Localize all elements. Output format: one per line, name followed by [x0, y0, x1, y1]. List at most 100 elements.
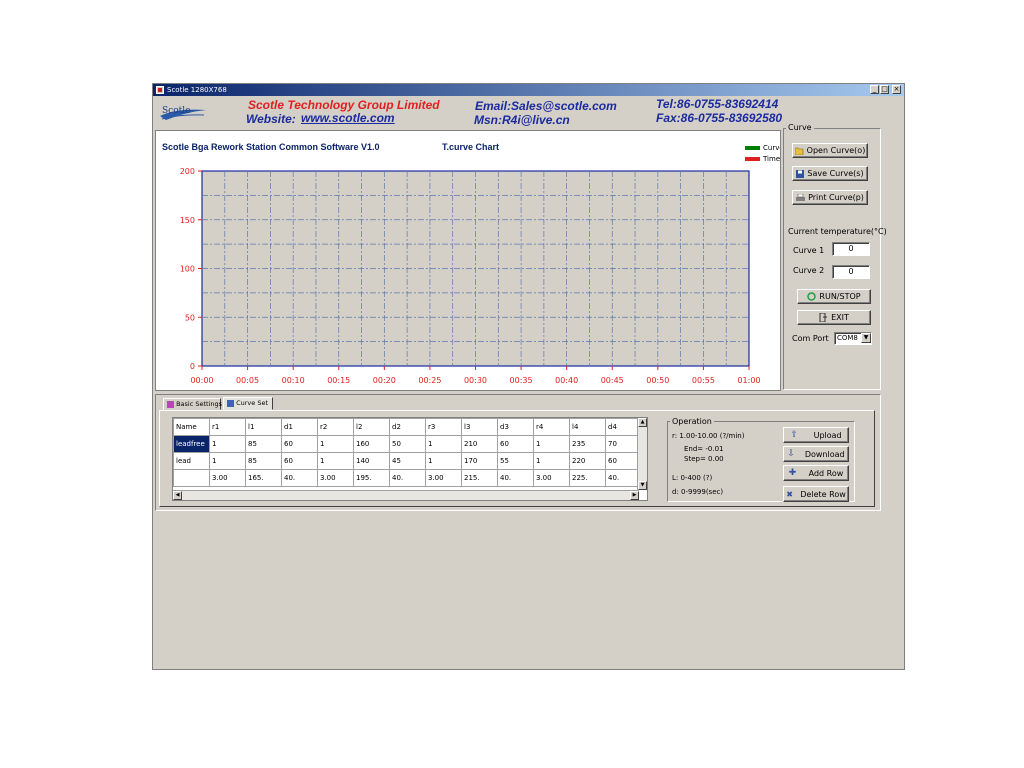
current-temp-label: Current temperature(°C)	[788, 227, 887, 236]
run-stop-button[interactable]: RUN/STOP	[797, 289, 871, 304]
up-arrow-icon: ⇧	[790, 430, 798, 440]
website-link[interactable]: www.scotle.com	[301, 111, 395, 125]
table-cell[interactable]: 60	[281, 452, 318, 470]
open-curve-button[interactable]: Open Curve(o)	[792, 143, 868, 158]
x-tick-label: 00:10	[282, 376, 305, 385]
column-header: l3	[461, 418, 498, 436]
x-tick-label: 00:30	[464, 376, 487, 385]
table-cell[interactable]: 1	[317, 435, 354, 453]
chart-panel: Scotle Bga Rework Station Common Softwar…	[155, 130, 781, 391]
table-cell[interactable]: 165.	[245, 469, 282, 487]
table-cell[interactable]: 1	[425, 452, 462, 470]
table-cell[interactable]: 40.	[497, 469, 534, 487]
table-cell[interactable]: 140	[353, 452, 390, 470]
upload-button[interactable]: ⇧ Upload	[783, 427, 849, 443]
curve1-temp-field[interactable]: 0	[832, 242, 870, 256]
website-label: Website:	[246, 112, 296, 126]
r-range-text: r: 1.00-10.00 (?/min)	[672, 432, 745, 440]
table-row[interactable]: 3.00 165. 40. 3.00 195. 40. 3.00 215. 40. 3.00 225…	[173, 469, 642, 487]
table-cell[interactable]: 40.	[281, 469, 318, 487]
table-cell[interactable]: leadfree	[173, 435, 210, 453]
recycle-icon	[807, 292, 817, 301]
main-window: Scotle 1280X768 _ □ × Scotle Scotle Tech…	[152, 83, 905, 670]
table-cell[interactable]: 1	[533, 435, 570, 453]
exit-button[interactable]: EXIT	[797, 310, 871, 325]
close-button[interactable]: ×	[892, 85, 901, 94]
x-tick-label: 00:00	[190, 376, 213, 385]
table-cell[interactable]: 195.	[353, 469, 390, 487]
tab-curve-set[interactable]: Curve Set	[223, 397, 273, 410]
maximize-button[interactable]: □	[880, 85, 889, 94]
scroll-up-icon[interactable]: ▲	[638, 418, 647, 427]
column-header: l4	[569, 418, 606, 436]
table-cell[interactable]: 3.00	[425, 469, 462, 487]
table-cell[interactable]: 55	[497, 452, 534, 470]
table-cell[interactable]: 3.00	[533, 469, 570, 487]
table-horizontal-scrollbar[interactable]: ◀ ▶	[173, 490, 639, 500]
down-arrow-icon: ⇩	[787, 449, 795, 459]
table-cell[interactable]: 225.	[569, 469, 606, 487]
table-cell[interactable]: 40.	[389, 469, 426, 487]
table-cell[interactable]: 45	[389, 452, 426, 470]
download-button[interactable]: ⇩ Download	[783, 446, 849, 462]
table-cell[interactable]: 3.00	[209, 469, 246, 487]
table-cell[interactable]: 210	[461, 435, 498, 453]
table-header-row[interactable]: Name r1 l1 d1 r2 l2 d2 r3 l3 d3 r4 l4 d4	[173, 418, 642, 436]
scroll-right-icon[interactable]: ▶	[630, 491, 639, 500]
exit-door-icon	[819, 313, 828, 322]
column-header: d2	[389, 418, 426, 436]
dropdown-arrow-icon[interactable]: ▼	[861, 333, 871, 343]
table-cell[interactable]: 1	[209, 435, 246, 453]
delete-row-button[interactable]: ✖ Delete Row	[783, 486, 849, 502]
table-cell[interactable]: 170	[461, 452, 498, 470]
save-disk-icon	[796, 169, 805, 178]
scroll-down-icon[interactable]: ▼	[638, 481, 647, 490]
table-cell[interactable]: 235	[569, 435, 606, 453]
curve2-temp-field[interactable]: 0	[832, 265, 870, 279]
title-bar[interactable]: Scotle 1280X768 _ □ ×	[153, 84, 904, 96]
table-cell[interactable]: 1	[317, 452, 354, 470]
end-value-text: End= -0.01	[684, 445, 724, 453]
table-cell[interactable]: 85	[245, 452, 282, 470]
table-cell[interactable]: 1	[425, 435, 462, 453]
table-cell[interactable]: 220	[569, 452, 606, 470]
column-header: d1	[281, 418, 318, 436]
table-cell[interactable]: 85	[245, 435, 282, 453]
curve-group-caption: Curve	[786, 123, 814, 132]
com-port-select[interactable]: COM8 ▼	[834, 332, 872, 345]
column-header: d3	[497, 418, 534, 436]
add-row-button[interactable]: ✚ Add Row	[783, 465, 849, 481]
x-tick-label: 00:40	[555, 376, 578, 385]
curve2-label: Curve 2	[793, 266, 825, 275]
column-header: r4	[533, 418, 570, 436]
table-vertical-scrollbar[interactable]: ▲ ▼	[637, 418, 647, 490]
table-cell[interactable]: 1	[533, 452, 570, 470]
minimize-button[interactable]: _	[870, 85, 879, 94]
printer-icon	[796, 193, 806, 201]
curve-set-icon	[227, 399, 234, 407]
legend-swatch	[745, 146, 760, 150]
y-tick-label: 150	[180, 216, 195, 225]
table-row[interactable]: leadfree 1 85 60 1 160 50 1 210 60 1 235 70	[173, 435, 642, 453]
x-tick-label: 00:15	[327, 376, 350, 385]
scroll-left-icon[interactable]: ◀	[173, 491, 182, 500]
save-curve-button[interactable]: Save Curve(s)	[792, 166, 868, 181]
column-header: Name	[173, 418, 210, 436]
x-tick-label: 00:45	[601, 376, 624, 385]
tab-basic-settings[interactable]: Basic Settings	[163, 398, 222, 410]
table-cell[interactable]: 215.	[461, 469, 498, 487]
table-cell[interactable]	[173, 469, 210, 487]
table-cell[interactable]: 1	[209, 452, 246, 470]
print-curve-button[interactable]: Print Curve(p)	[792, 190, 868, 205]
table-cell[interactable]: 3.00	[317, 469, 354, 487]
table-cell[interactable]: 50	[389, 435, 426, 453]
table-cell[interactable]: 60	[281, 435, 318, 453]
table-cell[interactable]: 60	[497, 435, 534, 453]
profile-table[interactable]: Name r1 l1 d1 r2 l2 d2 r3 l3 d3 r4 l4 d4 leadfree 1 85 6…	[172, 417, 648, 501]
table-row[interactable]: lead 1 85 60 1 140 45 1 170 55 1 220 60	[173, 452, 642, 470]
table-cell[interactable]: lead	[173, 452, 210, 470]
y-tick-label: 50	[185, 313, 195, 322]
table-cell[interactable]: 160	[353, 435, 390, 453]
column-header: r3	[425, 418, 462, 436]
column-header: r1	[209, 418, 246, 436]
